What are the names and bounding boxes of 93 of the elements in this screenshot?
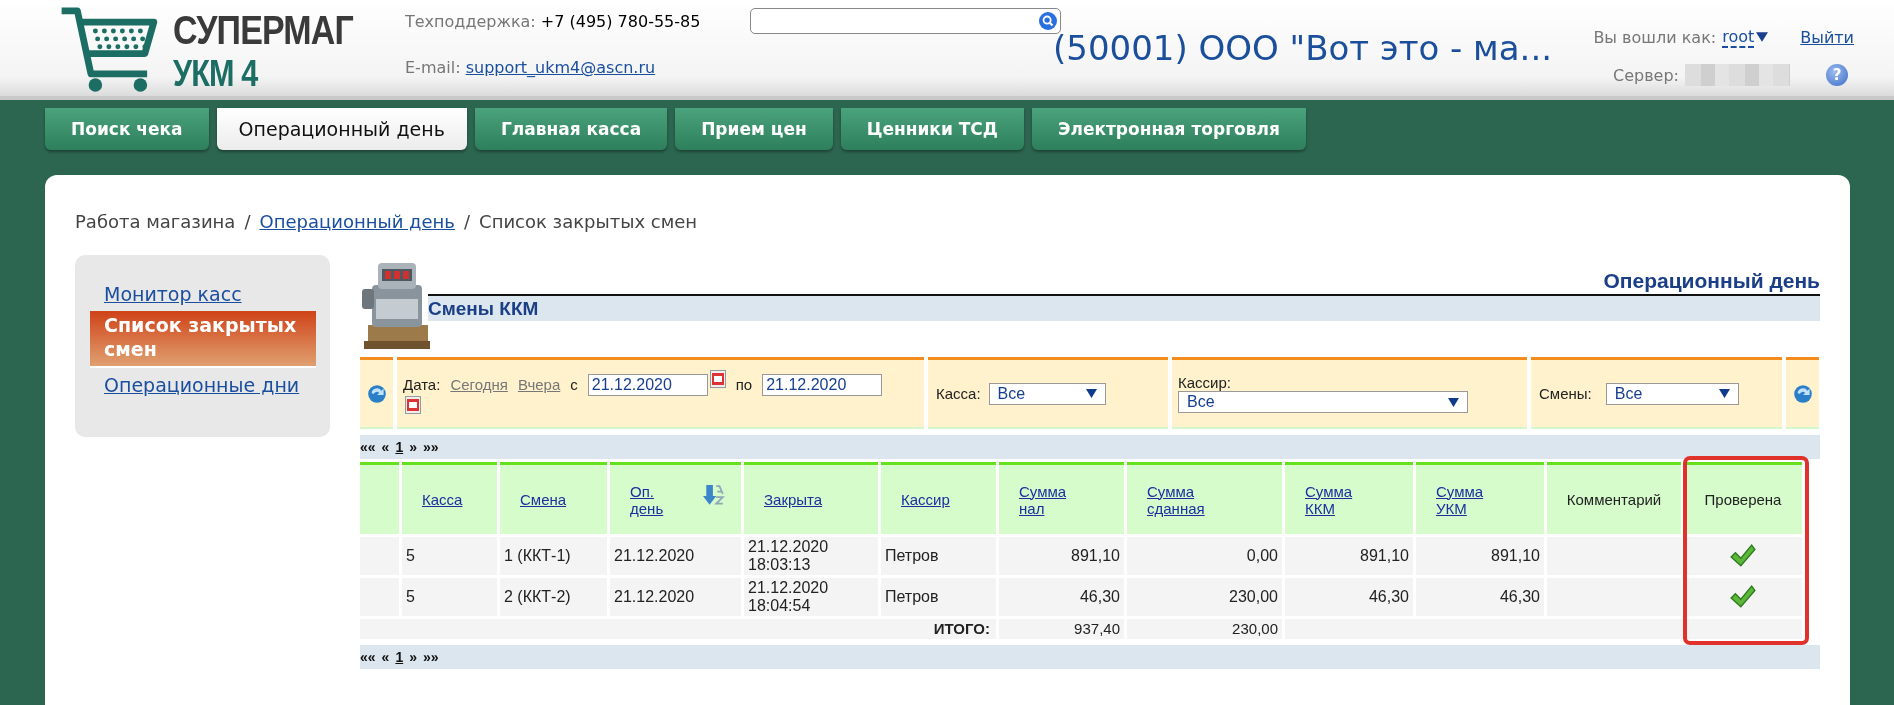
from-label: с bbox=[570, 376, 578, 393]
table-cell: 0,00 bbox=[1127, 537, 1282, 575]
last-page-link[interactable]: »» bbox=[422, 649, 439, 665]
page-link[interactable]: 1 bbox=[395, 439, 404, 455]
prev-page-link[interactable]: « bbox=[381, 439, 390, 455]
header-cell bbox=[360, 462, 399, 534]
server-label: Сервер: bbox=[1613, 65, 1679, 85]
next-page-link[interactable]: » bbox=[409, 649, 417, 665]
calendar-icon[interactable] bbox=[405, 395, 421, 414]
first-page-link[interactable]: «« bbox=[360, 439, 376, 455]
table-cell: 891,10 bbox=[1285, 537, 1413, 575]
shifts-label: Смены: bbox=[1539, 385, 1592, 402]
tab[interactable]: Прием цен bbox=[675, 108, 833, 150]
breadcrumb-separator: / bbox=[244, 211, 251, 234]
date-field[interactable]: 21.12.2020 bbox=[762, 373, 883, 396]
kassa-dropdown[interactable]: Все bbox=[988, 382, 1106, 405]
table-cell: 21.12.2020 bbox=[610, 578, 741, 616]
refresh-icon[interactable] bbox=[1791, 382, 1814, 405]
column-header[interactable]: Оп. день bbox=[610, 462, 741, 534]
date-label: Дата: bbox=[403, 376, 441, 393]
caret-icon[interactable] bbox=[1448, 397, 1459, 407]
column-header[interactable]: Сумма нал bbox=[999, 462, 1124, 534]
column-header[interactable]: Смена bbox=[500, 462, 607, 534]
column-header[interactable]: Кассир bbox=[881, 462, 996, 534]
kassa-label: Касса: bbox=[936, 385, 981, 402]
tab[interactable]: Операционный день bbox=[216, 108, 467, 150]
logo-title: СУПЕРМАГ bbox=[173, 10, 353, 50]
column-header[interactable]: Сумма УКМ bbox=[1416, 462, 1544, 534]
table-cell: 230,00 bbox=[1127, 578, 1282, 616]
next-page-link[interactable]: » bbox=[409, 439, 417, 455]
to-label: по bbox=[735, 376, 753, 393]
store-title: (50001) ООО "Вот это - ма... bbox=[1053, 27, 1553, 70]
support-label: Техподдержка: bbox=[405, 12, 536, 31]
first-page-link[interactable]: «« bbox=[360, 649, 376, 665]
column-header: Проверена bbox=[1684, 462, 1802, 534]
user-menu[interactable]: root bbox=[1722, 26, 1769, 48]
page-link[interactable]: 1 bbox=[395, 649, 404, 665]
tab[interactable]: Главная касса bbox=[474, 108, 668, 150]
caret-icon[interactable] bbox=[1085, 389, 1097, 398]
logout-link[interactable]: Выйти bbox=[1800, 27, 1854, 47]
calendar-icon[interactable] bbox=[709, 369, 726, 388]
login-label: Вы вошли как: bbox=[1593, 27, 1717, 47]
quick-date-link[interactable]: Вчера bbox=[517, 376, 561, 393]
caret-icon bbox=[1756, 32, 1769, 42]
total-cell: 937,40 bbox=[999, 619, 1124, 639]
last-page-link[interactable]: »» bbox=[422, 439, 439, 455]
support-phone: +7 (495) 780-55-85 bbox=[540, 12, 701, 31]
quick-date-link[interactable]: Сегодня bbox=[450, 376, 508, 393]
column-header[interactable]: Касса bbox=[402, 462, 497, 534]
cashier-dropdown[interactable]: Все bbox=[1178, 391, 1468, 413]
total-cell: 230,00 bbox=[1127, 619, 1282, 639]
tab[interactable]: Электронная торговля bbox=[1031, 108, 1306, 150]
breadcrumb-item: Работа магазина bbox=[75, 211, 236, 234]
table-cell: Петров bbox=[881, 578, 996, 616]
sidebar-item[interactable]: Операционные дни bbox=[90, 367, 316, 402]
table-cell: 891,10 bbox=[1416, 537, 1544, 575]
table-cell: Петров bbox=[881, 537, 996, 575]
shifts-dropdown[interactable]: Все bbox=[1605, 382, 1739, 405]
table-cell: 46,30 bbox=[1285, 578, 1413, 616]
tab[interactable]: Ценники ТСД bbox=[840, 108, 1024, 150]
table-cell: 46,30 bbox=[999, 578, 1124, 616]
table-cell: 1 (ККТ-1) bbox=[500, 537, 607, 575]
table-cell: 21.12.2020 18:03:13 bbox=[744, 537, 878, 575]
email-link[interactable]: support_ukm4@ascn.ru bbox=[465, 58, 656, 77]
sort-icon[interactable] bbox=[703, 485, 725, 507]
search-icon[interactable] bbox=[1039, 12, 1057, 30]
table-cell: 891,10 bbox=[999, 537, 1124, 575]
cashier-label: Кассир: bbox=[1178, 374, 1231, 391]
search-field[interactable] bbox=[750, 8, 1061, 34]
table-cell: 46,30 bbox=[1416, 578, 1544, 616]
prev-page-link[interactable]: « bbox=[381, 649, 390, 665]
email-label: E-mail: bbox=[405, 58, 461, 77]
totals-label: ИТОГО: bbox=[360, 619, 996, 639]
breadcrumb-item: Список закрытых смен bbox=[479, 211, 698, 234]
column-header[interactable]: Сумма сданная bbox=[1127, 462, 1282, 534]
table-cell: 5 bbox=[402, 537, 497, 575]
tab[interactable]: Поиск чека bbox=[45, 108, 209, 150]
logo-subtitle: УКМ 4 bbox=[173, 56, 259, 92]
table-cell: 21.12.2020 bbox=[610, 537, 741, 575]
table-cell: 5 bbox=[402, 578, 497, 616]
table-cell: 2 (ККТ-2) bbox=[500, 578, 607, 616]
sidebar-item[interactable]: Монитор касс bbox=[90, 277, 316, 311]
section-bar: Смены ККМ bbox=[428, 296, 1820, 321]
table-cell: 21.12.2020 18:04:54 bbox=[744, 578, 878, 616]
column-header: Комментарий bbox=[1547, 462, 1681, 534]
caret-icon[interactable] bbox=[1718, 389, 1730, 398]
column-header[interactable]: Закрыта bbox=[744, 462, 878, 534]
column-header[interactable]: Сумма ККМ bbox=[1285, 462, 1413, 534]
date-field[interactable]: 21.12.2020 bbox=[587, 373, 708, 396]
breadcrumb-separator: / bbox=[464, 211, 471, 234]
sidebar-item[interactable]: Список закрытых смен bbox=[90, 311, 316, 368]
breadcrumb-link[interactable]: Операционный день bbox=[259, 211, 455, 255]
refresh-icon[interactable] bbox=[365, 382, 388, 405]
